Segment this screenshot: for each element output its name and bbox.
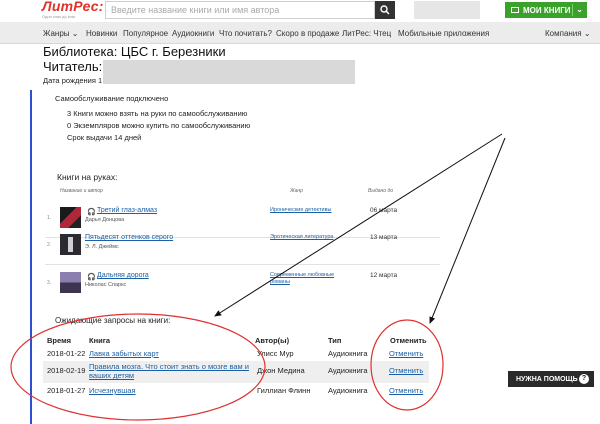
- annotation-circle-books: [10, 313, 266, 421]
- annotation-arrow: [214, 133, 503, 317]
- annotation-overlay: [10, 133, 506, 421]
- annotation-circle-cancel: [370, 319, 444, 411]
- annotation-arrow: [429, 137, 506, 324]
